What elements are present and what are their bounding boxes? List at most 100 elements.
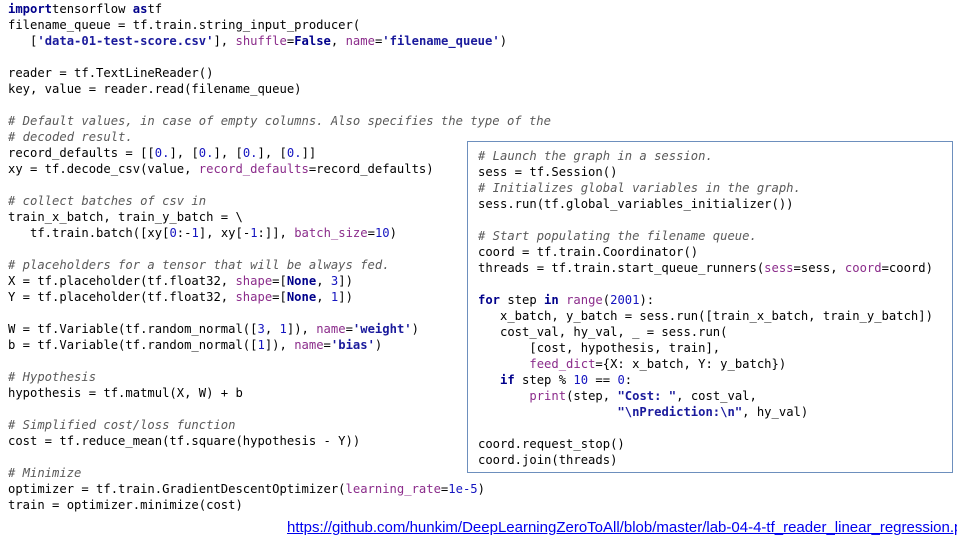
code-token: # collect batches of csv in <box>8 194 207 208</box>
code-token: in <box>544 293 559 307</box>
code-token: , <box>316 290 331 304</box>
code-token: X = tf.placeholder(tf.float32, <box>8 274 236 288</box>
code-token: shuffle <box>235 34 287 48</box>
code-token: as <box>132 2 148 16</box>
code-line: optimizer = tf.train.GradientDescentOpti… <box>8 481 551 497</box>
code-token: ], <box>213 34 236 48</box>
code-token: shape <box>235 274 273 288</box>
code-token: =[ <box>272 274 287 288</box>
code-token: 0. <box>198 146 214 160</box>
code-token: ) <box>374 338 383 352</box>
code-token: 0. <box>154 146 170 160</box>
code-token: ): <box>639 293 655 307</box>
code-token: , hy_val) <box>742 405 809 419</box>
code-token: name <box>345 34 375 48</box>
code-token: # Minimize <box>8 466 82 480</box>
code-token: name <box>294 338 324 352</box>
code-token: None <box>286 290 317 304</box>
code-token: [ <box>8 34 38 48</box>
code-token: xy = tf.decode_csv(value, <box>8 162 199 176</box>
code-token: , cost_val, <box>676 389 757 403</box>
code-token: sess = tf.Session() <box>478 165 618 179</box>
code-token: (step, <box>566 389 618 403</box>
code-token: cost = tf.reduce_mean(tf.square(hypothes… <box>8 434 361 448</box>
source-link[interactable]: https://github.com/hunkim/DeepLearningZe… <box>287 519 957 536</box>
code-token: step % <box>514 373 574 387</box>
code-line: ['data-01-test-score.csv'], shuffle=Fals… <box>8 33 551 49</box>
code-token: ], [ <box>169 146 199 160</box>
code-token: for <box>478 293 501 307</box>
code-token: ], [ <box>257 146 287 160</box>
code-token: hypothesis = tf.matmul(X, W) + b <box>8 386 243 400</box>
code-token: 1 <box>279 322 287 336</box>
code-token: record_defaults = [[ <box>8 146 155 160</box>
code-token: threads = tf.train.start_queue_runners( <box>478 261 765 275</box>
code-token: sess.run(tf.global_variables_initializer… <box>478 197 794 211</box>
code-token: ], [ <box>213 146 243 160</box>
code-token: ={X: x_batch, Y: y_batch}) <box>595 357 787 371</box>
code-line: filename_queue = tf.train.string_input_p… <box>8 17 551 33</box>
code-token: : <box>624 373 633 387</box>
code-line: # Initializes global variables in the gr… <box>478 180 933 196</box>
code-line: # Launch the graph in a session. <box>478 148 933 164</box>
code-token: "Cost: " <box>617 389 677 403</box>
code-token: # Hypothesis <box>8 370 97 384</box>
code-token: 1 <box>250 226 258 240</box>
code-line: [cost, hypothesis, train], <box>478 340 933 356</box>
code-line: train = optimizer.minimize(cost) <box>8 497 551 513</box>
code-token: ]), <box>286 322 317 336</box>
code-token: train = optimizer.minimize(cost) <box>8 498 243 512</box>
code-token: 1 <box>191 226 199 240</box>
code-token: , <box>316 274 331 288</box>
code-token: = <box>345 322 353 336</box>
code-token: tf <box>147 2 163 16</box>
code-token: [cost, hypothesis, train], <box>478 341 721 355</box>
code-token: range <box>566 293 603 307</box>
code-token: ) <box>499 34 508 48</box>
code-token: ]) <box>338 274 353 288</box>
code-token: :- <box>176 226 192 240</box>
code-token: # decoded result. <box>8 130 133 144</box>
code-line: importtensorflow astf <box>8 1 551 17</box>
code-token: = <box>323 338 331 352</box>
code-token: 10 <box>573 373 589 387</box>
code-token: ]), <box>264 338 295 352</box>
code-token: 0 <box>169 226 177 240</box>
code-line: cost_val, hy_val, _ = sess.run( <box>478 324 933 340</box>
code-token: batch_size <box>294 226 368 240</box>
code-token: filename_queue = tf.train.string_input_p… <box>8 18 361 32</box>
code-line: sess.run(tf.global_variables_initializer… <box>478 196 933 212</box>
code-token: import <box>8 2 53 16</box>
code-token: =coord) <box>881 261 933 275</box>
code-line: key, value = reader.read(filename_queue) <box>8 81 551 97</box>
code-token: 10 <box>374 226 390 240</box>
code-line: x_batch, y_batch = sess.run([train_x_bat… <box>478 308 933 324</box>
code-token: # placeholders for a tensor that will be… <box>8 258 390 272</box>
code-token: ]] <box>301 146 317 160</box>
code-line: # Start populating the filename queue. <box>478 228 933 244</box>
code-token: # Initializes global variables in the gr… <box>478 181 801 195</box>
code-token: ]) <box>338 290 353 304</box>
code-token: reader = tf.TextLineReader() <box>8 66 214 80</box>
code-token: 1 <box>257 338 265 352</box>
code-token: # Simplified cost/loss function <box>8 418 236 432</box>
code-token: if <box>500 373 515 387</box>
code-token: name <box>316 322 346 336</box>
code-token: None <box>286 274 317 288</box>
code-token: 3 <box>257 322 265 336</box>
code-token: =[ <box>272 290 287 304</box>
code-line: feed_dict={X: x_batch, Y: y_batch}) <box>478 356 933 372</box>
code-line: reader = tf.TextLineReader() <box>8 65 551 81</box>
code-line: if step % 10 == 0: <box>478 372 933 388</box>
code-token: learning_rate <box>345 482 441 496</box>
code-token: ) <box>477 482 485 496</box>
code-line: sess = tf.Session() <box>478 164 933 180</box>
